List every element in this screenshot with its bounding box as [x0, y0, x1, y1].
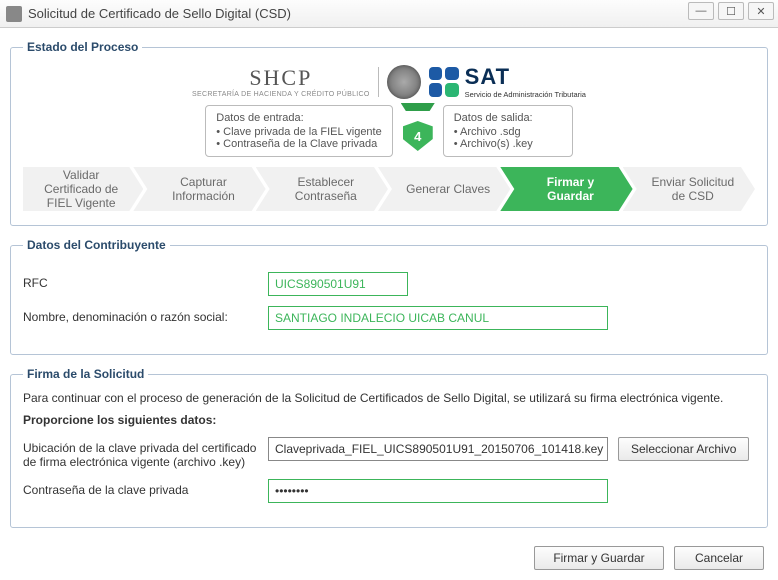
rfc-label: RFC: [23, 272, 258, 290]
cancelar-button[interactable]: Cancelar: [674, 546, 764, 570]
estado-proceso-group: Estado del Proceso SHCP SECRETARÍA DE HA…: [10, 40, 768, 226]
step-generar[interactable]: Generar Claves: [378, 167, 510, 211]
shcp-logo: SHCP SECRETARÍA DE HACIENDA Y CRÉDITO PÚ…: [192, 65, 370, 98]
proporcione-label: Proporcione los siguientes datos:: [23, 413, 755, 427]
step-badge: 4: [401, 105, 435, 157]
firmar-guardar-button[interactable]: Firmar y Guardar: [534, 546, 664, 570]
input-data-box: Datos de entrada: • Clave privada de la …: [205, 105, 392, 157]
step-contrasena[interactable]: Establecer Contraseña: [256, 167, 388, 211]
window-title: Solicitud de Certificado de Sello Digita…: [28, 6, 291, 21]
national-seal-icon: [387, 65, 421, 99]
key-path-label: Ubicación de la clave privada del certif…: [23, 437, 258, 469]
nombre-label: Nombre, denominación o razón social:: [23, 306, 258, 324]
datos-contribuyente-legend: Datos del Contribuyente: [23, 238, 170, 252]
sat-logo: SAT Servicio de Administración Tributari…: [429, 64, 586, 99]
wizard-steps: Validar Certificado de FIEL Vigente Capt…: [23, 167, 755, 211]
rfc-value: UICS890501U91: [268, 272, 408, 296]
firma-solicitud-group: Firma de la Solicitud Para continuar con…: [10, 367, 768, 528]
nombre-value: SANTIAGO INDALECIO UICAB CANUL: [268, 306, 608, 330]
app-icon: [6, 6, 22, 22]
logos-row: SHCP SECRETARÍA DE HACIENDA Y CRÉDITO PÚ…: [23, 64, 755, 99]
close-button[interactable]: ✕: [748, 2, 774, 20]
title-bar: Solicitud de Certificado de Sello Digita…: [0, 0, 778, 28]
footer-buttons: Firmar y Guardar Cancelar: [10, 540, 768, 570]
step-firmar[interactable]: Firmar y Guardar: [500, 167, 632, 211]
datos-contribuyente-group: Datos del Contribuyente RFC UICS890501U9…: [10, 238, 768, 355]
step-enviar[interactable]: Enviar Solicitud de CSD: [623, 167, 755, 211]
output-data-box: Datos de salida: • Archivo .sdg • Archiv…: [443, 105, 573, 157]
password-label: Contraseña de la clave privada: [23, 479, 258, 497]
firma-solicitud-legend: Firma de la Solicitud: [23, 367, 148, 381]
step-capturar[interactable]: Capturar Información: [133, 167, 265, 211]
password-input[interactable]: [268, 479, 608, 503]
logo-divider: [378, 67, 379, 97]
step-validar[interactable]: Validar Certificado de FIEL Vigente: [23, 167, 143, 211]
maximize-button[interactable]: ☐: [718, 2, 744, 20]
io-row: Datos de entrada: • Clave privada de la …: [23, 105, 755, 157]
minimize-button[interactable]: —: [688, 2, 714, 20]
browse-key-button[interactable]: Seleccionar Archivo: [618, 437, 749, 461]
sat-squares-icon: [429, 67, 459, 97]
shield-icon: 4: [403, 121, 433, 151]
key-path-value: Claveprivada_FIEL_UICS890501U91_20150706…: [268, 437, 608, 461]
estado-proceso-legend: Estado del Proceso: [23, 40, 142, 54]
firma-intro: Para continuar con el proceso de generac…: [23, 391, 755, 405]
